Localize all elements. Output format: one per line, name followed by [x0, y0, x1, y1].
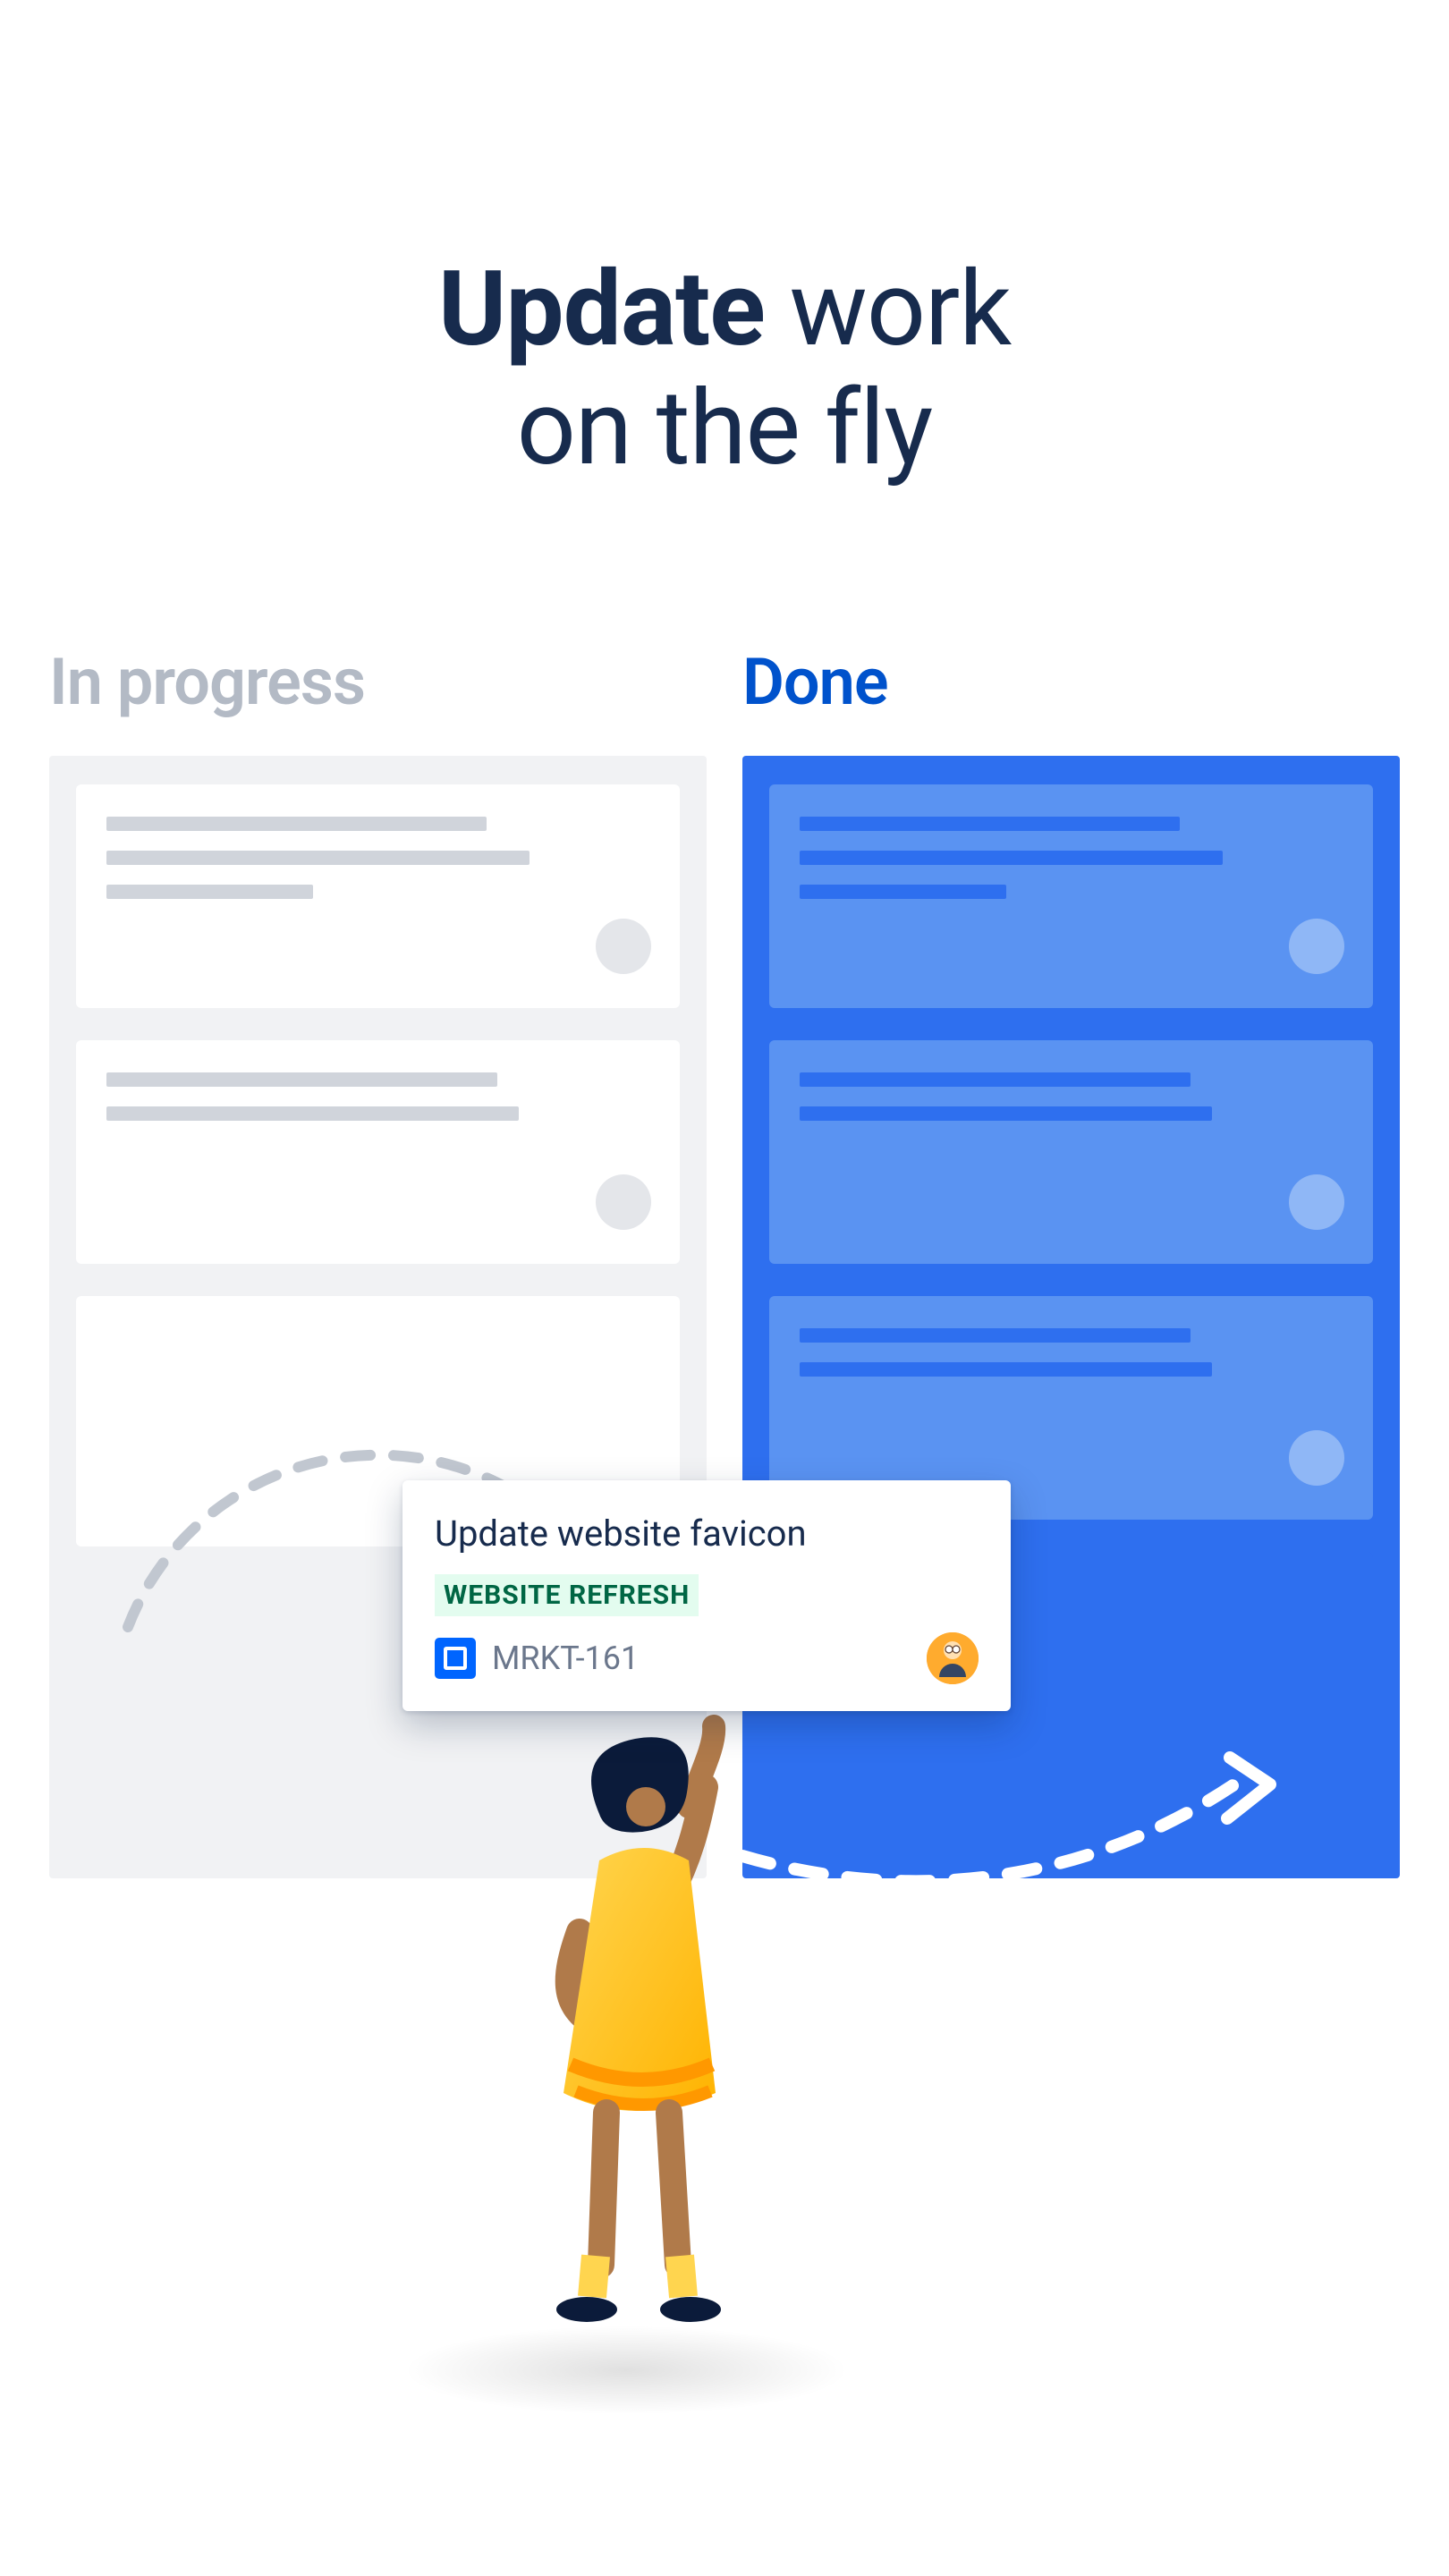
- placeholder-line: [106, 817, 487, 831]
- placeholder-line: [106, 851, 530, 865]
- assignee-avatar-placeholder: [1289, 1174, 1344, 1230]
- placeholder-line: [800, 885, 1006, 899]
- placeholder-line: [800, 1072, 1191, 1087]
- drag-arrow-icon: [733, 1749, 1297, 1910]
- placeholder-line: [800, 1328, 1191, 1343]
- headline-rest1: work: [765, 249, 1011, 370]
- person-illustration: [465, 1708, 805, 2379]
- assignee-avatar[interactable]: [927, 1632, 979, 1684]
- placeholder-line: [800, 817, 1180, 831]
- placeholder-line: [800, 1362, 1212, 1377]
- headline: Update work on the fly: [0, 250, 1449, 489]
- card-title: Update website favicon: [435, 1513, 979, 1555]
- placeholder-line: [800, 851, 1223, 865]
- headline-strong: Update: [438, 249, 765, 370]
- card-placeholder[interactable]: [769, 784, 1373, 1008]
- column-done-header: Done: [742, 644, 1400, 720]
- placeholder-line: [800, 1106, 1212, 1121]
- column-in-progress-header: In progress: [49, 644, 707, 720]
- assignee-avatar-placeholder: [1289, 919, 1344, 974]
- card-placeholder[interactable]: [769, 1040, 1373, 1264]
- dragging-card[interactable]: Update website favicon WEBSITE REFRESH M…: [402, 1480, 1011, 1711]
- card-placeholder[interactable]: [76, 784, 680, 1008]
- card-issue-key[interactable]: MRKT-161: [492, 1640, 639, 1677]
- placeholder-line: [106, 885, 313, 899]
- assignee-avatar-placeholder: [596, 919, 651, 974]
- card-footer-row: MRKT-161: [435, 1632, 979, 1684]
- assignee-avatar-placeholder: [1289, 1430, 1344, 1486]
- assignee-avatar-placeholder: [596, 1174, 651, 1230]
- headline-line2: on the fly: [517, 368, 933, 489]
- card-placeholder[interactable]: [76, 1040, 680, 1264]
- placeholder-line: [106, 1072, 497, 1087]
- issue-type-icon: [435, 1638, 476, 1679]
- placeholder-line: [106, 1106, 519, 1121]
- card-epic-tag[interactable]: WEBSITE REFRESH: [435, 1574, 699, 1616]
